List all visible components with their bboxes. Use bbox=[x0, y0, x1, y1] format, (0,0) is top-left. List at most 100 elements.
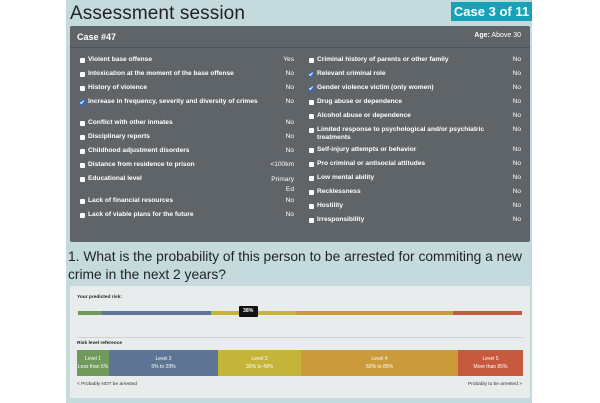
risk-factor-label: Violent base offense bbox=[88, 56, 153, 63]
case-id: Case #47 bbox=[77, 32, 117, 42]
risk-factor-value: No bbox=[512, 202, 521, 209]
risk-factor-checkbox[interactable] bbox=[80, 213, 85, 218]
risk-factor-checkbox[interactable] bbox=[309, 162, 314, 167]
risk-track-segment bbox=[102, 311, 211, 315]
risk-factor-value: No bbox=[512, 188, 521, 195]
risk-factor-checkbox[interactable] bbox=[309, 176, 314, 181]
risk-factor-row: Increase in frequency, severity and dive… bbox=[80, 98, 294, 111]
risk-track-segment bbox=[296, 311, 453, 315]
risk-level-name: Level 5 bbox=[482, 356, 499, 362]
risk-factor-value: No bbox=[512, 216, 521, 223]
risk-factor-label: Pro criminal or antisocial attitudes bbox=[317, 160, 426, 167]
risk-panel: Your predicted risk: 38% Risk level refe… bbox=[70, 286, 530, 398]
risk-factor-label: Alcohol abuse or dependence bbox=[317, 112, 411, 119]
risk-factor-checkbox[interactable] bbox=[309, 58, 314, 63]
risk-level-range: More than 85% bbox=[473, 363, 508, 370]
risk-factor-checkbox[interactable] bbox=[80, 100, 85, 105]
risk-factor-row: History of violence No bbox=[80, 84, 294, 97]
risk-reference-label: Risk level reference bbox=[77, 341, 123, 346]
age-info: Age: Above 30 bbox=[474, 32, 521, 39]
risk-factor-checkbox[interactable] bbox=[80, 135, 85, 140]
risk-factor-value: No bbox=[285, 98, 294, 105]
risk-factor-label: Educational level bbox=[88, 175, 142, 182]
risk-factor-row: Lack of financial resources No bbox=[80, 197, 294, 210]
risk-factor-checkbox[interactable] bbox=[80, 163, 85, 168]
risk-level-name: Level 1 bbox=[84, 356, 102, 362]
risk-factor-value: No bbox=[285, 211, 294, 218]
risk-level-segment: Level 1 Less than 5% bbox=[77, 350, 109, 376]
risk-level-name: Level 3 bbox=[251, 356, 268, 362]
risk-factor-value: No bbox=[512, 126, 521, 133]
risk-factor-label: Limited response to psychological and/or… bbox=[317, 126, 485, 141]
risk-factor-checkbox[interactable] bbox=[80, 58, 85, 63]
risk-factor-row: Recklessness No bbox=[309, 188, 521, 201]
risk-factor-row: Gender violence victim (only women) No bbox=[309, 84, 521, 97]
risk-level-bar: Level 1 Less than 5% Level 2 5% to 29% Level… bbox=[77, 350, 523, 376]
risk-factor-value: <100km bbox=[270, 161, 294, 168]
risk-level-range: 5% to 29% bbox=[151, 363, 176, 370]
risk-factor-value: No bbox=[285, 84, 294, 91]
risk-factor-label: Criminal history of parents or other fam… bbox=[317, 56, 449, 63]
risk-factor-label: Drug abuse or dependence bbox=[317, 98, 403, 105]
case-card-header: Case #47 Age: Above 30 bbox=[70, 26, 530, 48]
risk-factor-row: Hostility No bbox=[309, 202, 521, 215]
risk-factor-label: Low mental ability bbox=[317, 174, 375, 181]
risk-factor-label: Conflict with other inmates bbox=[88, 119, 173, 126]
risk-track-segment bbox=[453, 311, 522, 315]
risk-factor-label: History of violence bbox=[88, 84, 147, 91]
risk-factor-checkbox[interactable] bbox=[309, 128, 314, 133]
risk-factor-label: Gender violence victim (only women) bbox=[317, 84, 434, 91]
risk-factor-label: Recklessness bbox=[317, 188, 361, 195]
risk-level-range: 50% to 85% bbox=[366, 363, 393, 370]
risk-factor-row: Criminal history of parents or other fam… bbox=[309, 56, 521, 69]
predicted-risk-label: Your predicted risk: bbox=[77, 295, 122, 300]
risk-factor-checkbox[interactable] bbox=[309, 100, 314, 105]
risk-factor-checkbox[interactable] bbox=[80, 177, 85, 182]
risk-factor-checkbox[interactable] bbox=[80, 149, 85, 154]
risk-factor-row: Pro criminal or antisocial attitudes No bbox=[309, 160, 521, 173]
question-text: 1. What is the probability of this perso… bbox=[68, 249, 522, 282]
risk-factor-row: Educational level Primary Ed bbox=[80, 175, 294, 193]
risk-factor-row: Conflict with other inmates No bbox=[80, 119, 294, 132]
risk-factor-row: Childhood adjustment disorders No bbox=[80, 147, 294, 160]
risk-factor-checkbox[interactable] bbox=[309, 218, 314, 223]
case-progress-badge: Case 3 of 11 bbox=[451, 2, 532, 21]
risk-factor-label: Intoxication at the moment of the base o… bbox=[88, 70, 234, 77]
risk-factor-label: Relevant criminal role bbox=[317, 70, 386, 77]
risk-level-name: Level 4 bbox=[371, 356, 388, 362]
risk-factor-value: No bbox=[512, 146, 521, 153]
risk-factor-row: Alcohol abuse or dependence No bbox=[309, 112, 521, 125]
risk-factor-checkbox[interactable] bbox=[309, 190, 314, 195]
risk-factor-row: Disciplinary reports No bbox=[80, 133, 294, 146]
risk-factor-value: No bbox=[285, 147, 294, 154]
risk-factor-checkbox[interactable] bbox=[80, 121, 85, 126]
risk-factor-label: Self-injury attempts or behavior bbox=[317, 146, 417, 153]
risk-factor-row: Lack of viable plans for the future No bbox=[80, 211, 294, 224]
risk-slider-handle[interactable]: 38% bbox=[238, 306, 258, 317]
risk-factor-value: No bbox=[512, 84, 521, 91]
risk-factor-value: No bbox=[512, 160, 521, 167]
risk-factor-row: Low mental ability No bbox=[309, 174, 521, 187]
divider bbox=[77, 337, 523, 338]
risk-track-segment bbox=[78, 311, 102, 315]
risk-factor-label: Disciplinary reports bbox=[88, 133, 150, 140]
risk-factor-row: Irresponsibility No bbox=[309, 216, 521, 229]
risk-factor-checkbox[interactable] bbox=[80, 86, 85, 91]
risk-factor-checkbox[interactable] bbox=[309, 86, 314, 91]
risk-factor-value: Primary Ed bbox=[271, 176, 294, 194]
risk-factor-checkbox[interactable] bbox=[309, 204, 314, 209]
risk-factor-row: Relevant criminal role No bbox=[309, 70, 521, 83]
risk-level-segment: Level 3 30% to 49% bbox=[218, 350, 301, 376]
risk-factor-checkbox[interactable] bbox=[309, 72, 314, 77]
risk-factor-value: No bbox=[285, 133, 294, 140]
risk-factor-row: Violent base offense Yes bbox=[80, 56, 294, 69]
risk-factor-checkbox[interactable] bbox=[309, 148, 314, 153]
risk-factor-checkbox[interactable] bbox=[309, 114, 314, 119]
risk-slider-track[interactable] bbox=[78, 311, 522, 315]
risk-factor-value: No bbox=[512, 70, 521, 77]
risk-factor-value: No bbox=[512, 56, 521, 63]
age-label: Age: bbox=[474, 32, 490, 39]
risk-factor-checkbox[interactable] bbox=[80, 72, 85, 77]
risk-factor-checkbox[interactable] bbox=[80, 199, 85, 204]
case-card: Case #47 Age: Above 30 Violent base offe… bbox=[70, 26, 530, 242]
